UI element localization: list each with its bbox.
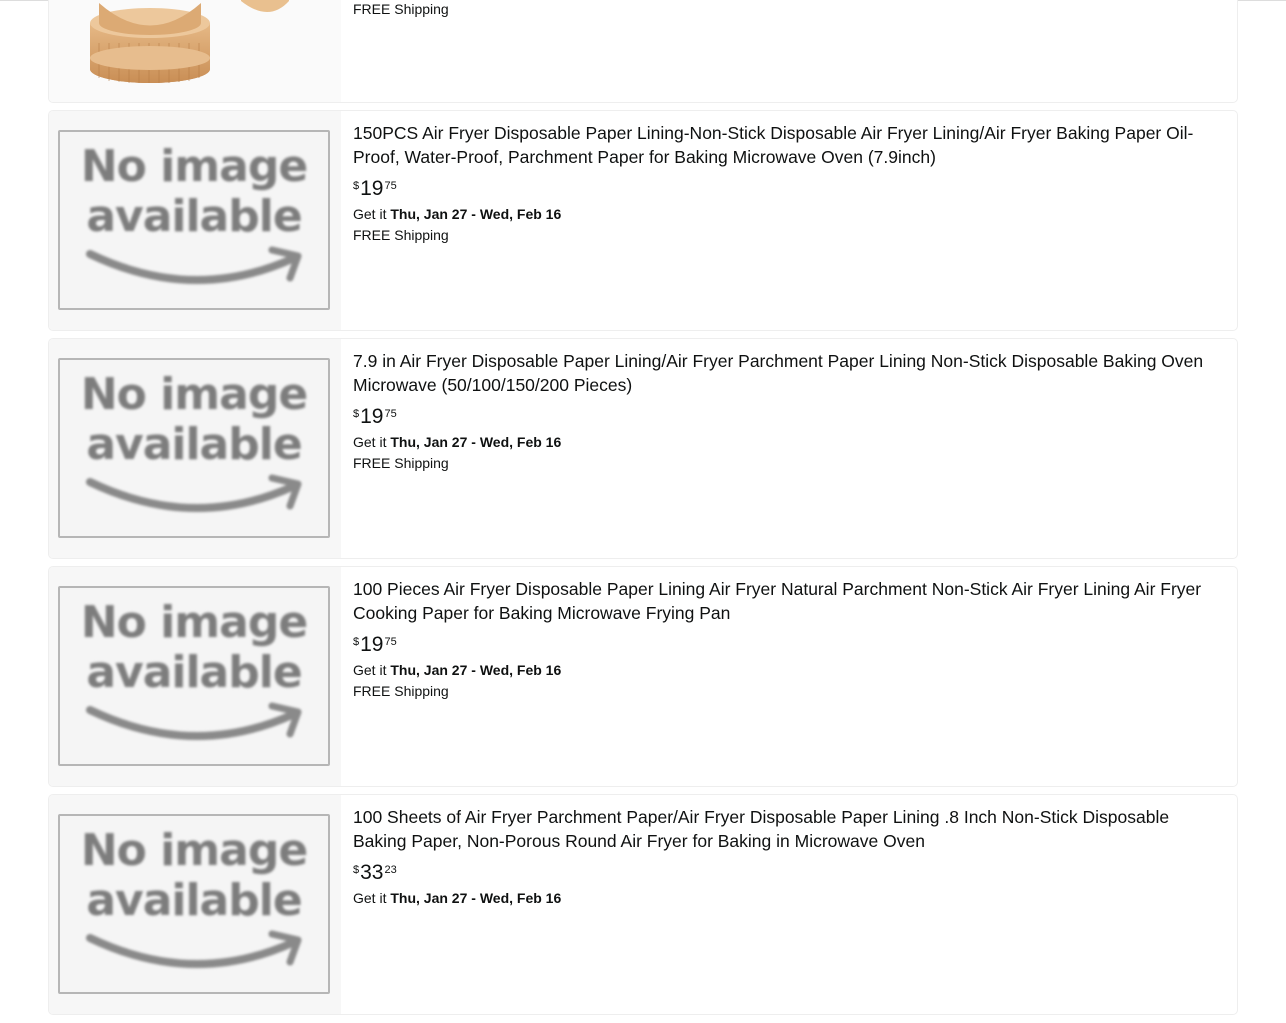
price-fraction: 75 xyxy=(384,408,397,420)
product-title-link[interactable]: 7.9 in Air Fryer Disposable Paper Lining… xyxy=(353,349,1225,397)
shipping-label: FREE Shipping xyxy=(353,455,449,471)
product-info: 100 Sheets of Air Fryer Parchment Paper/… xyxy=(341,795,1237,1014)
no-image-placeholder: No image available xyxy=(58,814,330,994)
shipping-label: FREE Shipping xyxy=(353,1,449,17)
delivery-prefix: Get it xyxy=(353,434,391,450)
product-image[interactable]: No image available xyxy=(49,111,341,330)
delivery-dates: Thu, Jan 27 - Wed, Feb 16 xyxy=(390,206,562,222)
delivery-dates: Thu, Jan 27 - Wed, Feb 16 xyxy=(390,890,562,906)
smile-arrow-icon xyxy=(86,930,302,969)
smile-arrow-icon xyxy=(86,246,302,285)
price-currency-symbol: $ xyxy=(353,864,360,876)
product-card: FREE Shipping xyxy=(49,0,1237,102)
smile-arrow-icon xyxy=(86,474,302,513)
product-card: No image available 7.9 in Air Fryer Disp… xyxy=(49,339,1237,558)
product-title-link[interactable]: 100 Sheets of Air Fryer Parchment Paper/… xyxy=(353,805,1225,853)
no-image-text: No image available xyxy=(80,141,308,242)
product-image[interactable]: No image available xyxy=(49,567,341,786)
product-image[interactable]: No image available xyxy=(49,339,341,558)
product-title-link[interactable]: 100 Pieces Air Fryer Disposable Paper Li… xyxy=(353,577,1225,625)
price-whole: 19 xyxy=(360,177,384,200)
price-fraction: 23 xyxy=(384,864,397,876)
shipping-label: FREE Shipping xyxy=(353,683,449,699)
product-info: 100 Pieces Air Fryer Disposable Paper Li… xyxy=(341,567,1237,786)
delivery-prefix: Get it xyxy=(353,206,391,222)
price-currency-symbol: $ xyxy=(353,636,360,648)
no-image-text: No image available xyxy=(80,597,308,698)
no-image-text: No image available xyxy=(80,825,308,926)
product-image[interactable]: No image available xyxy=(49,795,341,1014)
price-whole: 19 xyxy=(360,405,384,428)
product-price: $ 19 75 xyxy=(353,632,1225,658)
product-info: 7.9 in Air Fryer Disposable Paper Lining… xyxy=(341,339,1237,558)
delivery-dates: Thu, Jan 27 - Wed, Feb 16 xyxy=(390,662,562,678)
price-whole: 33 xyxy=(360,861,384,884)
shipping-label: FREE Shipping xyxy=(353,227,449,243)
product-price: $ 19 75 xyxy=(353,404,1225,430)
no-image-placeholder: No image available xyxy=(58,586,330,766)
product-price: $ 33 23 xyxy=(353,860,1225,886)
product-info: 150PCS Air Fryer Disposable Paper Lining… xyxy=(341,111,1237,330)
no-image-placeholder: No image available xyxy=(58,358,330,538)
delivery-estimate: Get it Thu, Jan 27 - Wed, Feb 16 xyxy=(353,888,1225,908)
delivery-estimate: Get it Thu, Jan 27 - Wed, Feb 16 xyxy=(353,432,1225,452)
search-results-list: FREE Shipping No image available 150PCS … xyxy=(49,0,1237,1023)
delivery-dates: Thu, Jan 27 - Wed, Feb 16 xyxy=(390,434,562,450)
product-card: No image available 100 Sheets of Air Fry… xyxy=(49,795,1237,1014)
delivery-estimate: Get it Thu, Jan 27 - Wed, Feb 16 xyxy=(353,660,1225,680)
no-image-text: No image available xyxy=(80,369,308,470)
parchment-paper-photo xyxy=(49,0,341,102)
price-currency-symbol: $ xyxy=(353,408,360,420)
product-card: No image available 100 Pieces Air Fryer … xyxy=(49,567,1237,786)
smile-arrow-icon xyxy=(86,702,302,741)
price-whole: 19 xyxy=(360,633,384,656)
delivery-prefix: Get it xyxy=(353,890,391,906)
price-fraction: 75 xyxy=(384,636,397,648)
product-card: No image available 150PCS Air Fryer Disp… xyxy=(49,111,1237,330)
delivery-estimate: Get it Thu, Jan 27 - Wed, Feb 16 xyxy=(353,204,1225,224)
price-currency-symbol: $ xyxy=(353,180,360,192)
product-title-link[interactable]: 150PCS Air Fryer Disposable Paper Lining… xyxy=(353,121,1225,169)
product-info: FREE Shipping xyxy=(341,0,1237,102)
delivery-prefix: Get it xyxy=(353,662,391,678)
price-fraction: 75 xyxy=(384,180,397,192)
product-price: $ 19 75 xyxy=(353,176,1225,202)
product-image[interactable] xyxy=(49,0,341,102)
no-image-placeholder: No image available xyxy=(58,130,330,310)
